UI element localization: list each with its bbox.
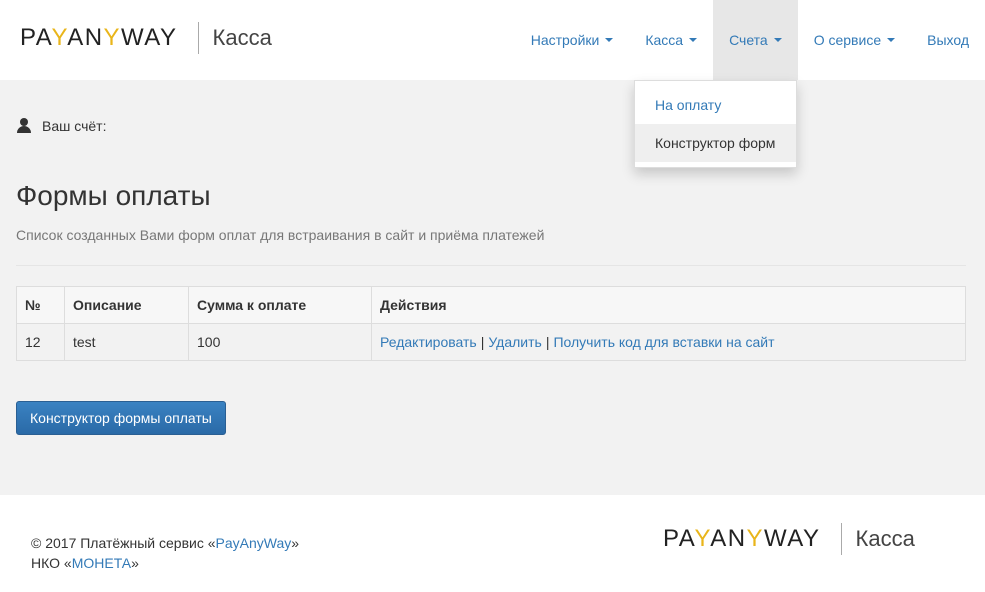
page-footer: © 2017 Платёжный сервис «PayAnyWay» НКО … <box>0 495 985 592</box>
nav-item-label: Касса <box>645 32 684 48</box>
main-content: Ваш счёт: Формы оплаты Список созданных … <box>0 80 985 495</box>
nav-item-label: Выход <box>927 32 969 48</box>
page-title: Формы оплаты <box>16 180 211 211</box>
copyright-suffix: » <box>291 535 300 551</box>
dropdown-item-to-pay[interactable]: На оплату <box>635 86 796 124</box>
page-subtitle: Список созданных Вами форм оплат для вст… <box>16 227 545 243</box>
column-header-number: № <box>16 286 65 324</box>
cell-actions: Редактировать | Удалить | Получить код для в… <box>371 323 966 361</box>
main-nav: Настройки Касса Счета О сервисе Выход <box>515 0 985 80</box>
copyright-line-1: © 2017 Платёжный сервис «PayAnyWay» <box>31 533 299 553</box>
column-header-amount: Сумма к оплате <box>188 286 372 324</box>
nav-item-invoices[interactable]: Счета <box>713 0 798 80</box>
nav-item-settings[interactable]: Настройки <box>515 0 630 80</box>
footer-brand-logo: PAYANYWAY Касса <box>663 521 915 557</box>
form-builder-button[interactable]: Конструктор формы оплаты <box>16 401 226 435</box>
get-embed-code-link[interactable]: Получить код для вставки на сайт <box>553 334 774 350</box>
nko-suffix: » <box>131 555 139 571</box>
copyright-prefix: © 2017 Платёжный сервис « <box>31 535 216 551</box>
caret-down-icon <box>773 38 782 42</box>
nav-item-label: Настройки <box>530 32 600 48</box>
brand-logo[interactable]: PAYANYWAY Касса <box>20 20 272 56</box>
table-row: 12 test 100 Редактировать | Удалить | Получи… <box>16 323 966 361</box>
moneta-link[interactable]: МОНЕТА <box>72 555 131 571</box>
nav-item-cashier[interactable]: Касса <box>629 0 713 80</box>
action-separator: | <box>545 334 550 350</box>
caret-down-icon <box>689 38 698 42</box>
cell-description: test <box>64 323 189 361</box>
logo-wordmark: PAYANYWAY <box>20 24 178 51</box>
cell-amount: 100 <box>188 323 372 361</box>
edit-link[interactable]: Редактировать <box>380 334 477 350</box>
nav-item-logout[interactable]: Выход <box>911 0 985 80</box>
nav-item-about[interactable]: О сервисе <box>798 0 911 80</box>
action-separator: | <box>480 334 485 350</box>
column-header-description: Описание <box>64 286 189 324</box>
nav-item-label: О сервисе <box>813 32 882 48</box>
footer-logo-wordmark: PAYANYWAY <box>663 525 821 552</box>
top-navbar: PAYANYWAY Касса Настройки Касса Счета О … <box>0 0 985 80</box>
payanyway-link[interactable]: PayAnyWay <box>216 535 292 551</box>
dropdown-item-form-builder[interactable]: Конструктор форм <box>635 124 796 162</box>
caret-down-icon <box>887 38 896 42</box>
user-icon <box>16 118 32 134</box>
cell-number: 12 <box>16 323 65 361</box>
account-info: Ваш счёт: <box>16 118 106 134</box>
nko-prefix: НКО « <box>31 555 72 571</box>
column-header-actions: Действия <box>371 286 966 324</box>
copyright-text: © 2017 Платёжный сервис «PayAnyWay» НКО … <box>31 533 299 573</box>
logo-divider <box>197 22 199 54</box>
payment-forms-table: № Описание Сумма к оплате Действия 12 te… <box>16 286 966 361</box>
account-label: Ваш счёт: <box>42 118 107 134</box>
table-header-row: № Описание Сумма к оплате Действия <box>16 286 966 324</box>
caret-down-icon <box>605 38 614 42</box>
footer-logo-divider <box>840 523 842 555</box>
nav-item-label: Счета <box>729 32 768 48</box>
invoices-dropdown-menu: На оплату Конструктор форм <box>634 80 797 168</box>
logo-product-name: Касса <box>212 25 272 50</box>
delete-link[interactable]: Удалить <box>488 334 541 350</box>
section-divider <box>16 265 966 266</box>
footer-logo-product-name: Касса <box>855 526 915 551</box>
copyright-line-2: НКО «МОНЕТА» <box>31 553 299 573</box>
